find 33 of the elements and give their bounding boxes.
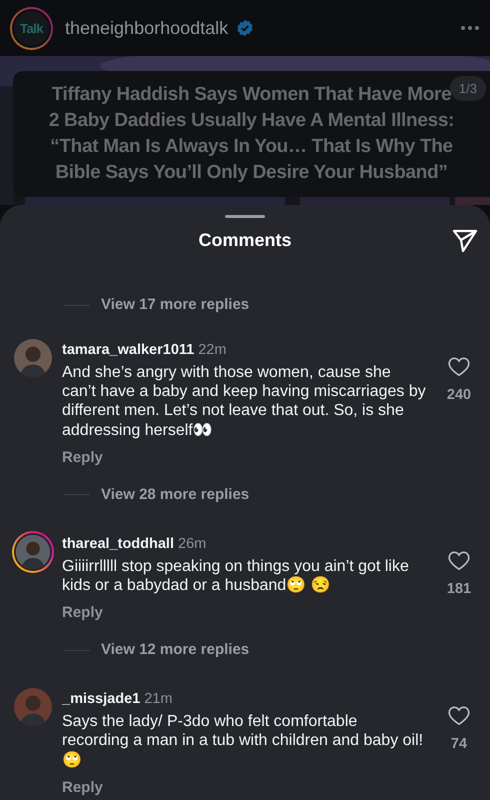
like-count: 74 bbox=[450, 736, 468, 752]
heart-icon[interactable] bbox=[448, 357, 470, 377]
more-options-icon[interactable] bbox=[460, 25, 480, 31]
headline-text: Bible Says You’ll Only Desire Your Husband” bbox=[55, 161, 448, 185]
headline-text: “That Man Is Always In You… That Is Why The bbox=[50, 135, 453, 159]
headline-text: 2 Baby Daddies Usually Have A Mental Illness: bbox=[48, 109, 454, 133]
view-replies-link[interactable]: View 28 more replies bbox=[101, 484, 250, 505]
comment-text: And she’s angry with those women, cause she can’t have a baby and keep having miscarriages by different men. Let’s not leave that out. So, is she addressing herself👀 bbox=[62, 363, 427, 440]
avatar[interactable] bbox=[14, 532, 52, 571]
timestamp: 21m bbox=[144, 691, 172, 708]
username[interactable]: theneighborhoodtalk bbox=[65, 18, 228, 38]
logo-text: Talk bbox=[20, 20, 44, 36]
like-count: 240 bbox=[446, 387, 472, 403]
heart-icon[interactable] bbox=[448, 550, 470, 571]
reply-link[interactable]: Reply bbox=[62, 778, 103, 798]
like-count: 181 bbox=[446, 580, 472, 597]
sheet-title: Comments bbox=[198, 230, 292, 250]
drag-handle[interactable] bbox=[225, 215, 265, 218]
reply-link[interactable]: Reply bbox=[62, 603, 103, 624]
view-replies-link[interactable]: View 12 more replies bbox=[101, 640, 250, 660]
username[interactable]: _missjade1 bbox=[62, 691, 140, 708]
timestamp: 22m bbox=[198, 342, 226, 358]
username[interactable]: thareal_toddhall bbox=[62, 536, 174, 552]
send-icon[interactable] bbox=[452, 229, 478, 253]
heart-icon[interactable] bbox=[448, 706, 470, 726]
headline-text: Tiffany Haddish Says Women That Have More bbox=[52, 83, 452, 107]
view-replies-link[interactable]: View 17 more replies bbox=[101, 295, 250, 315]
reply-link[interactable]: Reply bbox=[62, 448, 103, 468]
avatar[interactable]: Talk bbox=[10, 6, 53, 50]
comment-text: Giiiirrlllll stop speaking on things you ain’t got like kids or a babydad or a husband🙄 😒 bbox=[62, 556, 410, 596]
username[interactable]: tamara_walker1011 bbox=[62, 342, 194, 358]
comment-text: Says the lady/ P-3do who felt comfortable recording a man in a tub with children and baby oil! 🙄 bbox=[62, 712, 424, 770]
timestamp: 26m bbox=[178, 536, 206, 552]
